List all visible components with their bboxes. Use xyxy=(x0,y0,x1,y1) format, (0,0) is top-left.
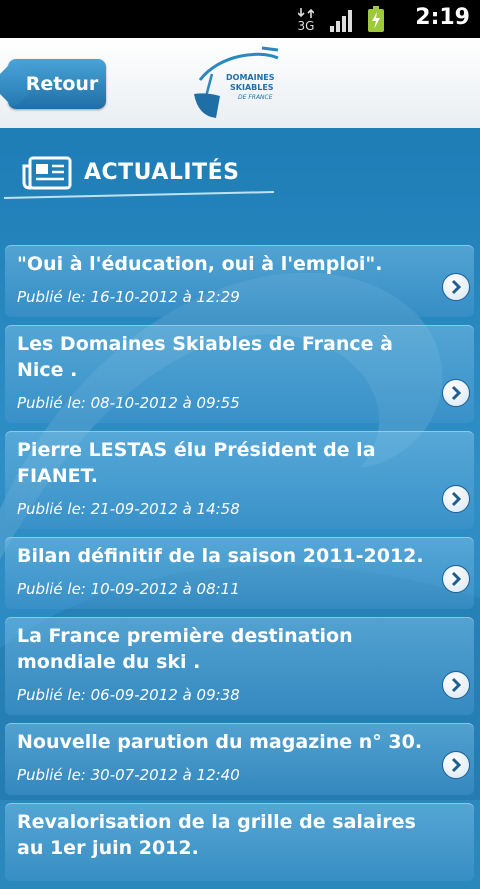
chevron-right-icon[interactable] xyxy=(442,379,470,407)
status-bar: 3G 2:19 xyxy=(0,0,480,38)
news-item[interactable]: Les Domaines Skiables de France à Nice .… xyxy=(5,325,474,423)
news-date: Publié le: 06-09-2012 à 09:38 xyxy=(17,686,240,704)
clock: 2:19 xyxy=(415,5,470,30)
news-title: La France première destination mondiale … xyxy=(17,625,353,673)
news-date: Publié le: 30-07-2012 à 12:40 xyxy=(17,766,240,784)
news-title: Nouvelle parution du magazine n° 30. xyxy=(17,731,423,753)
status-icons: 3G xyxy=(296,6,384,32)
news-date: Publié le: 10-09-2012 à 08:11 xyxy=(17,580,240,598)
news-title: Bilan définitif de la saison 2011-2012. xyxy=(17,545,424,567)
signal-icon xyxy=(330,10,352,32)
chevron-right-icon[interactable] xyxy=(442,671,470,699)
newspaper-icon xyxy=(22,156,72,190)
chevron-right-icon[interactable] xyxy=(442,751,470,779)
network-label: 3G xyxy=(297,19,315,33)
logo-text-3: DE FRANCE xyxy=(238,94,273,101)
news-item[interactable]: Nouvelle parution du magazine n° 30. Pub… xyxy=(5,723,474,795)
logo-text-1: DOMAINES xyxy=(226,73,275,82)
chevron-right-icon[interactable] xyxy=(442,273,470,301)
logo-text-2: SKIABLES xyxy=(230,83,274,92)
news-item[interactable]: La France première destination mondiale … xyxy=(5,617,474,715)
news-title: "Oui à l'éducation, oui à l'emploi". xyxy=(17,253,383,275)
news-list: "Oui à l'éducation, oui à l'emploi". Pub… xyxy=(5,245,474,889)
news-date: Publié le: 08-10-2012 à 09:55 xyxy=(17,394,240,412)
back-button-label: Retour xyxy=(25,73,99,95)
section-header: ACTUALITÉS xyxy=(0,150,300,202)
news-title: Pierre LESTAS élu Président de la FIANET… xyxy=(17,439,376,487)
section-title: ACTUALITÉS xyxy=(84,160,240,185)
news-date: Publié le: 21-09-2012 à 14:58 xyxy=(17,500,240,518)
domaines-skiables-logo: DOMAINES SKIABLES DE FRANCE xyxy=(194,46,279,118)
news-title: Les Domaines Skiables de France à Nice . xyxy=(17,333,393,381)
chevron-right-icon[interactable] xyxy=(442,485,470,513)
news-item[interactable]: Revalorisation de la grille de salaires … xyxy=(5,803,474,881)
news-item[interactable]: Pierre LESTAS élu Président de la FIANET… xyxy=(5,431,474,529)
chevron-right-icon[interactable] xyxy=(442,565,470,593)
news-title: Revalorisation de la grille de salaires … xyxy=(17,811,416,859)
back-button[interactable]: Retour xyxy=(8,59,106,109)
network-3g-icon: 3G xyxy=(296,8,316,32)
news-date: Publié le: 16-10-2012 à 12:29 xyxy=(17,288,240,306)
battery-charging-icon xyxy=(368,6,384,32)
news-item[interactable]: Bilan définitif de la saison 2011-2012. … xyxy=(5,537,474,609)
news-item[interactable]: "Oui à l'éducation, oui à l'emploi". Pub… xyxy=(5,245,474,317)
